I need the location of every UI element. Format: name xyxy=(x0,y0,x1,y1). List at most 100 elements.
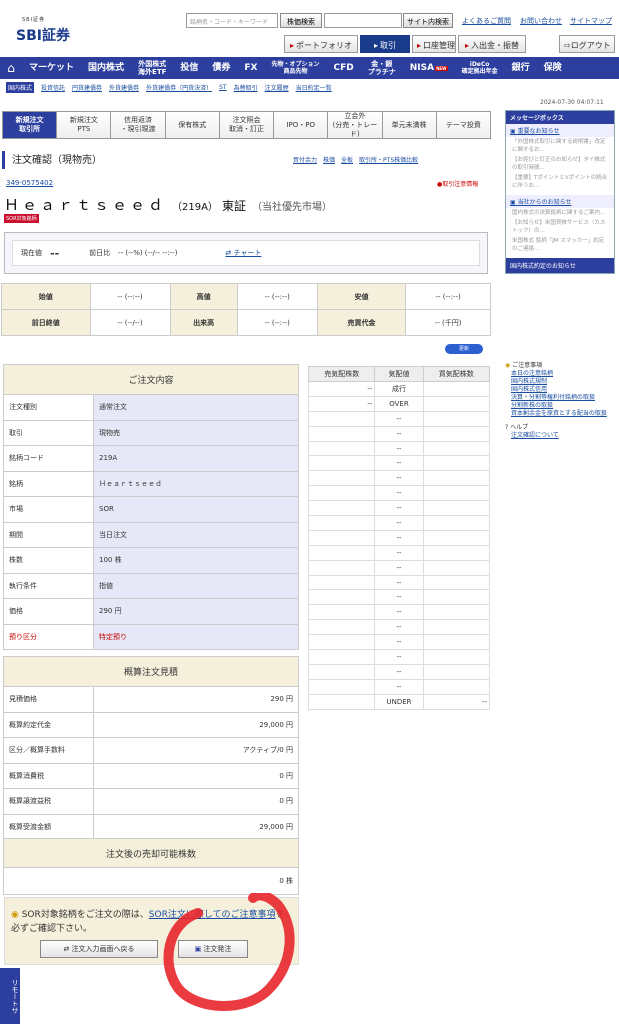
estimate-field-label: 区分／概算手数料 xyxy=(3,737,94,764)
note-link[interactable]: 分割新株の取扱 xyxy=(505,402,615,410)
back-to-input-button[interactable]: ⇄ 注文入力画面へ戻る xyxy=(40,940,158,958)
tab-off-floor[interactable]: 立会外 (分売・トレード) xyxy=(328,112,383,138)
after-order-value: 0 株 xyxy=(3,867,299,895)
pts-compare-link[interactable]: 取引所・PTS株価比較 xyxy=(359,155,418,164)
sitemap-link[interactable]: サイトマップ xyxy=(570,16,612,26)
site-search-input[interactable] xyxy=(324,13,402,28)
tab-margin-repay[interactable]: 信用返済 ・現引現渡 xyxy=(111,112,166,138)
execution-notice-link[interactable]: 国内株式約定のお知らせ xyxy=(506,258,614,273)
board-buy-qty xyxy=(422,470,491,487)
sbi-logo[interactable]: SBI証券 SBI証券 xyxy=(14,16,84,46)
table-row: UNDER -- xyxy=(307,693,491,710)
subnav-domestic[interactable]: 国内株式 xyxy=(6,81,35,93)
stock-price-link[interactable]: 株価 xyxy=(323,155,335,164)
nav-fx[interactable]: FX xyxy=(237,63,264,74)
notice-item[interactable]: 【重要】TポイントとVポイントの統合に伴うお... xyxy=(506,173,614,191)
faq-link[interactable]: よくあるご質問 xyxy=(462,16,511,26)
trade-button[interactable]: ▸ 取引 xyxy=(360,35,410,53)
subnav-funds[interactable]: 投資信託 xyxy=(41,83,65,92)
board-price: -- xyxy=(374,455,424,472)
table-row: 株数 100 株 xyxy=(3,547,299,574)
tab-ipo[interactable]: IPO・PO xyxy=(274,112,329,138)
home-icon[interactable]: ⌂ xyxy=(0,57,22,79)
note-link[interactable]: 決算・分割等権利付銘柄の取扱 xyxy=(505,394,615,402)
stock-search-input[interactable]: 銘柄名・コード・キーワード xyxy=(186,13,278,28)
update-button[interactable]: 更新 xyxy=(445,344,483,354)
board-buy-qty xyxy=(422,649,491,665)
contact-link[interactable]: お問い合わせ xyxy=(520,16,562,26)
nav-market[interactable]: マーケット xyxy=(22,63,81,74)
note-link[interactable]: 資本剰余金を原資とする配当の取扱 xyxy=(505,410,615,418)
subnav-yen-bonds[interactable]: 円貨建債券 xyxy=(72,83,102,92)
info-icon: ◉ xyxy=(11,910,22,920)
order-field-value: 100 株 xyxy=(93,547,299,574)
portfolio-button[interactable]: ▸ ポートフォリオ xyxy=(284,35,358,53)
notice-item[interactable]: 「外国株式取引に関する説明書」改定に関するお... xyxy=(506,137,614,155)
tab-order-inquiry[interactable]: 注文照会 取消・訂正 xyxy=(219,112,275,138)
nav-cfd[interactable]: CFD xyxy=(327,63,361,74)
remote-support-tab[interactable]: リモートサ xyxy=(0,968,20,1024)
table-row: -- xyxy=(307,425,491,442)
board-buy-qty xyxy=(422,678,491,695)
board-sell-qty xyxy=(307,500,376,517)
warning-link[interactable]: ●取引注意情報 xyxy=(437,179,478,188)
main-nav: ⌂ マーケット 国内株式 外国株式 海外ETF 投信 債券 FX 先物・オプショ… xyxy=(0,57,619,79)
order-field-label: 銘柄コード xyxy=(3,445,94,472)
subnav-st[interactable]: ST xyxy=(219,84,226,91)
nav-nisa[interactable]: NISA NEW xyxy=(403,63,455,74)
nav-futures[interactable]: 先物・オプション 商品先物 xyxy=(265,61,327,75)
buying-power-link[interactable]: 買付余力 xyxy=(293,155,317,164)
nav-insurance[interactable]: 保険 xyxy=(537,63,569,74)
notice-item[interactable]: 【お詫びと訂正のお知らせ】タイ株式の取引時間... xyxy=(506,155,614,173)
stock-search-button[interactable]: 株価検索 xyxy=(280,13,322,28)
board-sell-qty xyxy=(307,529,376,546)
logout-button[interactable]: ⇨ログアウト xyxy=(559,35,615,53)
subnav-fx-trade[interactable]: 為替取引 xyxy=(234,83,258,92)
estimate-field-value: 0 円 xyxy=(93,788,299,815)
volume-value: -- (--:--) xyxy=(236,309,318,336)
board-price: -- xyxy=(374,544,424,561)
important-notice-link[interactable]: ▣ 重要なお知らせ xyxy=(506,124,614,137)
tab-odd-lot[interactable]: 単元未満株 xyxy=(382,112,437,138)
board-buy-qty xyxy=(422,395,491,412)
deposit-button[interactable]: ▸ 入出金・振替 xyxy=(458,35,526,53)
board-price: -- xyxy=(374,649,424,665)
note-link[interactable]: 本日の注意銘柄 xyxy=(505,370,615,378)
subnav-order-history[interactable]: 注文履歴 xyxy=(265,83,289,92)
note-link[interactable]: 国内株式信用 xyxy=(505,386,615,394)
notice-item[interactable]: 【お知らせ】米国貸株サービス（カストック）の... xyxy=(506,218,614,236)
order-code-link[interactable]: 349-0575402 xyxy=(6,179,53,187)
notice-item[interactable]: 国内株式の決算銘柄に関するご案内... xyxy=(506,208,614,218)
board-buy-qty xyxy=(422,589,491,606)
site-search-button[interactable]: サイト内検索 xyxy=(403,13,453,28)
board-buy-qty xyxy=(422,663,491,680)
order-field-label: 注文種別 xyxy=(3,394,94,421)
nav-funds[interactable]: 投信 xyxy=(173,63,205,74)
nav-bonds[interactable]: 債券 xyxy=(205,63,237,74)
note-link[interactable]: 国内株式規制 xyxy=(505,378,615,386)
low-value: -- (--:--) xyxy=(405,283,491,310)
tab-theme[interactable]: テーマ投資 xyxy=(436,112,490,138)
full-board-link[interactable]: 全板 xyxy=(341,155,353,164)
board-buy-qty xyxy=(422,574,491,591)
notice-item[interactable]: 米国株式 銘柄「JM スマッカー」約定のご連絡... xyxy=(506,236,614,254)
board-price: -- xyxy=(374,663,424,680)
nav-ideco[interactable]: iDeCo 確定拠出年金 xyxy=(455,61,505,75)
nav-bank[interactable]: 銀行 xyxy=(505,63,537,74)
nav-foreign-stock[interactable]: 外国株式 海外ETF xyxy=(131,60,173,76)
help-link[interactable]: 注文確認について xyxy=(505,432,615,440)
nav-gold[interactable]: 金・銀 プラチナ xyxy=(361,60,403,76)
tab-new-pts[interactable]: 新規注文 PTS xyxy=(57,112,112,138)
chart-link[interactable]: ⇄ チャート xyxy=(225,248,261,258)
subnav-foreign-bonds[interactable]: 外貨建債券 xyxy=(109,83,139,92)
low-label: 安値 xyxy=(316,283,407,310)
subnav-today-executions[interactable]: 当日約定一覧 xyxy=(296,83,332,92)
company-notice-link[interactable]: ▣ 当社からのお知らせ xyxy=(506,195,614,208)
nav-domestic-stock[interactable]: 国内株式 xyxy=(81,63,131,74)
table-row: 始値 -- (--:--) 高値 -- (--:--) 安値 -- (--:--… xyxy=(1,283,491,310)
subnav-foreign-bonds-yen[interactable]: 外貨建債券（円貨決済） xyxy=(146,83,212,92)
tab-holdings[interactable]: 保有株式 xyxy=(165,112,220,138)
table-row: 概算消費税 0 円 xyxy=(3,762,299,789)
account-button[interactable]: ▸ 口座管理 xyxy=(412,35,456,53)
tab-new-exchange[interactable]: 新規注文 取引所 xyxy=(3,112,58,138)
